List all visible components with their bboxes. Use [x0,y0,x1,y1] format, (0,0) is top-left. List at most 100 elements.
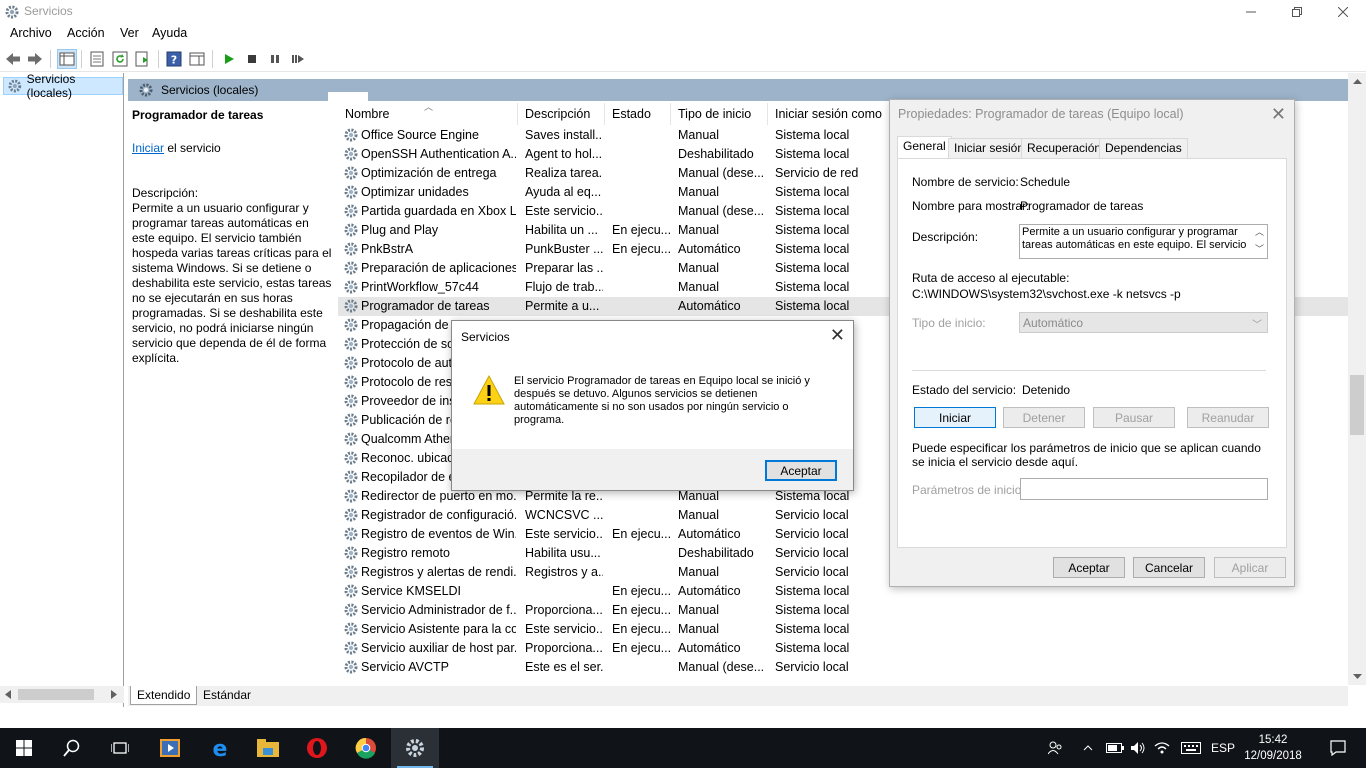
properties-button[interactable] [87,49,107,69]
pause-service-button[interactable] [265,49,285,69]
table-row[interactable]: Servicio AVCTP Este es el ser... Manual (d… [338,658,1348,677]
back-button[interactable] [3,49,23,69]
tab-extended[interactable]: Extendido [130,686,198,705]
cell-name: Service KMSELDI [361,584,462,598]
tab-logon[interactable]: Iniciar sesión [948,138,1031,158]
ok-button[interactable]: Aceptar [1053,557,1125,578]
chevron-up-icon[interactable] [1078,728,1098,768]
export-list-button[interactable] [133,49,153,69]
scrollbar-thumb[interactable] [18,689,94,700]
cell-logon: Servicio local [775,508,849,522]
help-button[interactable]: ? [164,49,184,69]
start-button[interactable]: Iniciar [914,407,996,428]
clock[interactable]: 15:42 12/09/2018 [1238,732,1308,764]
stop-service-button[interactable] [242,49,262,69]
taskbar-media-app[interactable] [146,728,194,768]
table-row[interactable]: Servicio auxiliar de host par... Proporci… [338,639,1348,658]
gear-icon [343,336,359,352]
start-service-button[interactable] [219,49,239,69]
volume-icon[interactable] [1128,728,1148,768]
task-view-button[interactable] [96,728,144,768]
taskbar-file-explorer[interactable] [244,728,292,768]
gear-icon [343,203,359,219]
svg-text:e: e [213,737,228,759]
cancel-button[interactable]: Cancelar [1133,557,1205,578]
description-textbox[interactable]: Permite a un usuario configurar y progra… [1019,224,1268,259]
keyboard-icon[interactable] [1178,728,1204,768]
cell-status: En ejecu... [612,603,670,617]
close-icon[interactable]: ✕ [830,325,845,346]
gear-icon [343,165,359,181]
refresh-button[interactable] [110,49,130,69]
scrollbar-thumb[interactable] [1350,375,1364,435]
column-header-description[interactable]: Descripción [518,103,605,125]
action-center-icon[interactable] [1318,728,1358,768]
taskbar-opera[interactable] [293,728,341,768]
column-header-logon-as[interactable]: Iniciar sesión como [768,103,888,125]
start-params-label: Parámetros de inicio: [912,483,1025,497]
forward-button[interactable] [25,49,45,69]
start-service-link[interactable]: Iniciar [132,141,164,155]
taskbar-edge[interactable]: e [196,728,244,768]
cell-logon: Servicio local [775,565,849,579]
input-language[interactable]: ESP [1208,728,1238,768]
gear-icon [343,393,359,409]
restore-button[interactable] [1274,0,1320,23]
arrow-left-icon [6,53,20,65]
startup-type-select[interactable]: Automático ﹀ [1019,312,1268,333]
taskbar-services[interactable] [391,728,439,768]
tree-horizontal-scrollbar[interactable] [0,686,124,703]
show-console-tree-button[interactable] [57,49,77,69]
menu-archivo[interactable]: Archivo [10,26,52,40]
properties-dialog: Propiedades: Programador de tareas (Equi… [889,99,1295,587]
minimize-button[interactable] [1228,0,1274,23]
people-icon[interactable] [1043,728,1067,768]
restart-service-button[interactable] [288,49,308,69]
network-icon[interactable] [1152,728,1172,768]
cell-desc: PunkBuster ... [525,242,603,256]
menu-ver[interactable]: Ver [120,26,139,40]
cell-desc: Flujo de trab... [525,280,603,294]
chevron-up-icon[interactable]: ︿ [1255,225,1264,238]
apply-button[interactable]: Aplicar [1214,557,1286,578]
table-row[interactable]: Servicio Administrador de f... Proporcion… [338,601,1348,620]
cell-name: Registro remoto [361,546,450,560]
chevron-down-icon[interactable]: ﹀ [1255,242,1264,255]
column-header-startup-type[interactable]: Tipo de inicio [671,103,768,125]
battery-icon[interactable] [1104,728,1126,768]
close-icon[interactable]: ✕ [1271,104,1286,125]
stop-button[interactable]: Detener [1003,407,1085,428]
start-button[interactable] [0,728,48,768]
start-params-input[interactable] [1020,478,1268,500]
taskbar: e ESP 15:42 12/09/2018 [0,728,1366,768]
close-button[interactable] [1320,0,1366,23]
list-vertical-scrollbar[interactable] [1348,73,1366,685]
show-action-pane-button[interactable] [187,49,207,69]
scroll-down-icon[interactable] [1353,673,1362,680]
description-text: Permite a un usuario configurar y progra… [132,201,332,365]
scroll-right-icon[interactable] [110,690,118,699]
tab-dependencies[interactable]: Dependencias [1099,138,1188,158]
pause-button[interactable]: Pausar [1093,407,1175,428]
gear-icon [139,83,153,97]
search-button[interactable] [48,728,96,768]
tree-node-services-local[interactable]: Servicios (locales) [3,72,123,100]
table-row[interactable]: Servicio Asistente para la co... Este ser… [338,620,1348,639]
scroll-left-icon[interactable] [4,690,12,699]
properties-icon [90,51,104,67]
menu-accion[interactable]: Acción [67,26,105,40]
refresh-icon [112,51,128,67]
ok-button[interactable]: Aceptar [765,460,837,481]
tab-recovery[interactable]: Recuperación [1021,138,1108,158]
cell-logon: Sistema local [775,299,850,313]
close-icon [1338,6,1348,17]
scroll-up-icon[interactable] [1353,78,1362,85]
tab-general[interactable]: General [897,136,952,159]
tab-standard[interactable]: Estándar [196,686,257,705]
menu-ayuda[interactable]: Ayuda [152,26,187,40]
column-header-status[interactable]: Estado [605,103,671,125]
gear-icon [343,545,359,561]
resume-button[interactable]: Reanudar [1187,407,1269,428]
minimize-icon [1246,11,1256,12]
taskbar-chrome[interactable] [342,728,390,768]
